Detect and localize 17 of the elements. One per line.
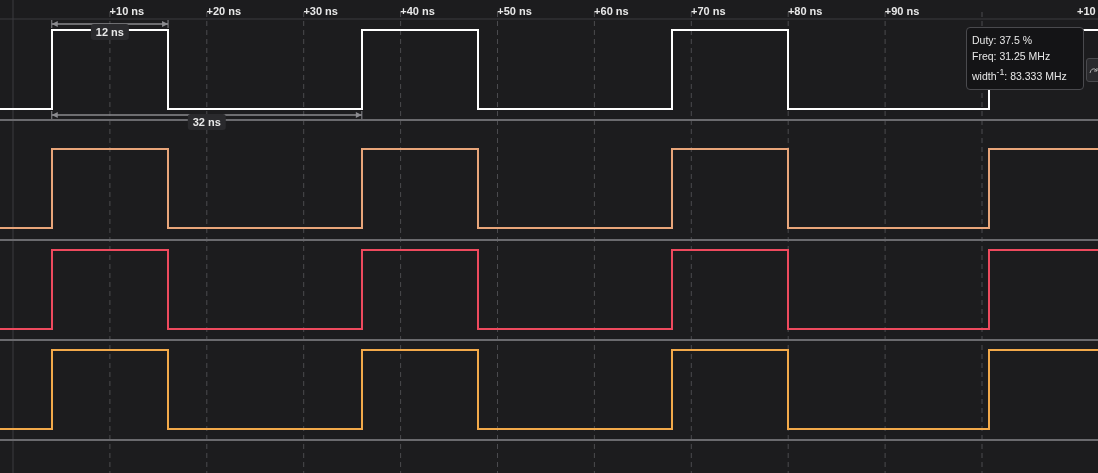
tooltip-line: Duty: 37.5 % (972, 34, 1034, 47)
tooltip-line: width$^{-1}$: 83.333 MHz (972, 66, 1068, 83)
time-tick-label: +30 ns (303, 5, 338, 17)
time-tick-label: +10 (1077, 5, 1096, 17)
time-tick-label: +50 ns (497, 5, 532, 17)
time-tick-label: +90 ns (884, 5, 920, 17)
time-tick-label: +70 ns (691, 5, 726, 17)
measurement-label: 12 ns (90, 24, 129, 40)
time-tick-label: +20 ns (206, 5, 242, 17)
time-tick-label: +10 ns (109, 5, 145, 17)
side-button[interactable] (1086, 58, 1098, 82)
time-tick-label: +40 ns (400, 5, 435, 17)
measurement-label: 32 ns (187, 114, 226, 130)
tooltip-line: Freq: 31.25 MHz (972, 50, 1052, 63)
time-tick-label: +80 ns (787, 5, 823, 17)
time-tick-label: +60 ns (594, 5, 629, 17)
curved-arrow-icon (1088, 66, 1098, 74)
